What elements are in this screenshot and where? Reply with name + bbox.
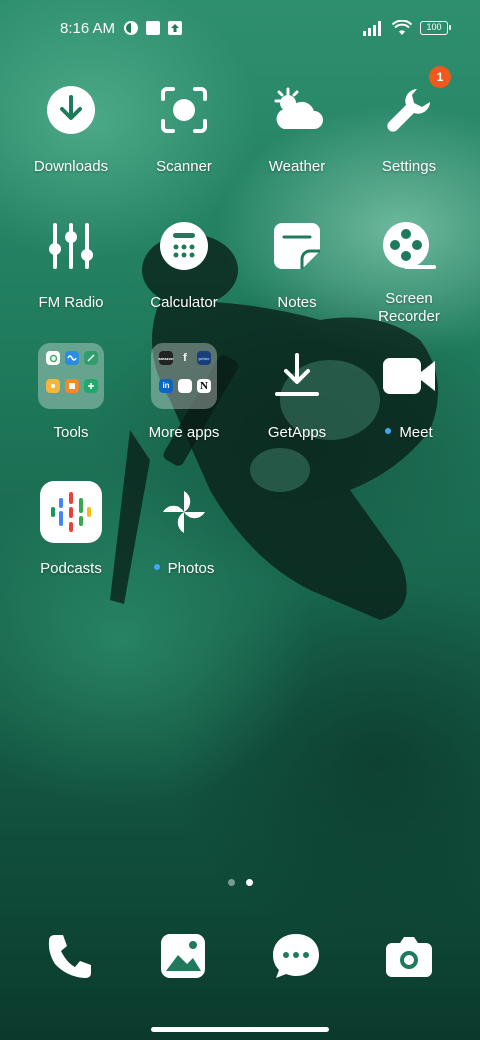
camera-icon [386,937,432,977]
home-gesture-bar[interactable] [151,1027,329,1032]
folder-mini-linkedin: in [159,378,173,393]
app-notes[interactable]: Notes [240,214,354,312]
app-folder-more-apps[interactable]: amazon f prime in N More apps [127,343,241,442]
dock-messages[interactable] [268,928,324,984]
app-label: Screen Recorder [378,290,440,325]
app-downloads[interactable]: Downloads [14,78,128,176]
app-folder-tools[interactable]: Tools [14,343,128,442]
battery-icon: 100 [420,21,451,35]
folder-mini-prime: prime [197,351,211,365]
app-label: Meet [385,424,433,442]
app-label: Calculator [150,294,218,311]
phone-icon [48,935,91,978]
app-scanner[interactable]: Scanner [127,78,241,176]
new-app-dot [153,564,160,571]
folder-mini-app [84,378,98,393]
app-label: Tools [53,424,89,441]
app-label: More apps [148,424,220,441]
app-label: Weather [268,158,326,175]
gallery-icon [161,934,205,978]
dock [0,928,480,988]
battery-level: 100 [426,22,442,32]
dock-camera[interactable] [381,928,437,984]
app-label: GetApps [267,424,327,441]
weather-icon [274,87,323,129]
notification-badge: 1 [429,66,451,88]
wifi-icon [392,20,412,35]
calculator-icon [160,222,208,270]
wrench-icon [387,89,430,132]
video-camera-icon [383,358,435,394]
new-app-dot [385,428,392,435]
folder-icon: amazon f prime in N [151,343,217,409]
page-dot[interactable] [227,879,235,886]
app-settings[interactable]: 1 Settings [352,66,466,176]
folder-mini-app [84,351,98,365]
app-podcasts[interactable]: Podcasts [14,480,128,578]
app-label: Scanner [156,158,212,175]
square-notification-icon [146,21,161,35]
app-label: Settings [381,158,437,175]
folder-mini-amazon: amazon [159,351,173,365]
app-label: Photos [153,560,214,578]
notes-icon [274,223,320,269]
pinwheel-icon [163,491,205,533]
podcasts-icon [40,481,102,543]
folder-mini-facebook: f [183,352,187,364]
app-getapps[interactable]: GetApps [240,344,354,442]
app-label: FM Radio [38,294,104,311]
app-meet[interactable]: Meet [352,344,466,442]
download-icon [47,86,95,134]
app-label: Notes [277,294,317,311]
app-photos[interactable]: Photos [127,480,241,578]
message-icon [273,934,319,978]
page-dot-active[interactable] [245,879,253,886]
app-calculator[interactable]: Calculator [127,214,241,312]
folder-mini-app [46,351,60,365]
clock: 8:16 AM [60,19,116,37]
dock-phone[interactable] [42,928,98,984]
app-label: Downloads [33,158,109,175]
upload-notification-icon [168,21,183,35]
dock-gallery[interactable] [155,928,211,984]
film-reel-icon [383,222,436,269]
folder-mini-netflix: N [197,378,211,393]
signal-icon [363,21,381,36]
folder-mini-app [65,351,79,365]
app-label: Podcasts [40,560,102,577]
status-bar: 8:16 AM 100 [0,0,480,56]
getapps-icon [275,353,319,396]
equalizer-icon [49,223,93,269]
scanner-icon [161,87,207,133]
vpn-icon [124,21,139,35]
folder-mini-app [65,378,79,393]
page-indicator [0,879,480,886]
folder-mini-app [178,378,192,393]
folder-icon [38,343,104,409]
app-weather[interactable]: Weather [240,78,354,176]
app-fm-radio[interactable]: FM Radio [14,214,128,312]
folder-mini-app [46,378,60,393]
app-screen-recorder[interactable]: Screen Recorder [352,214,466,326]
